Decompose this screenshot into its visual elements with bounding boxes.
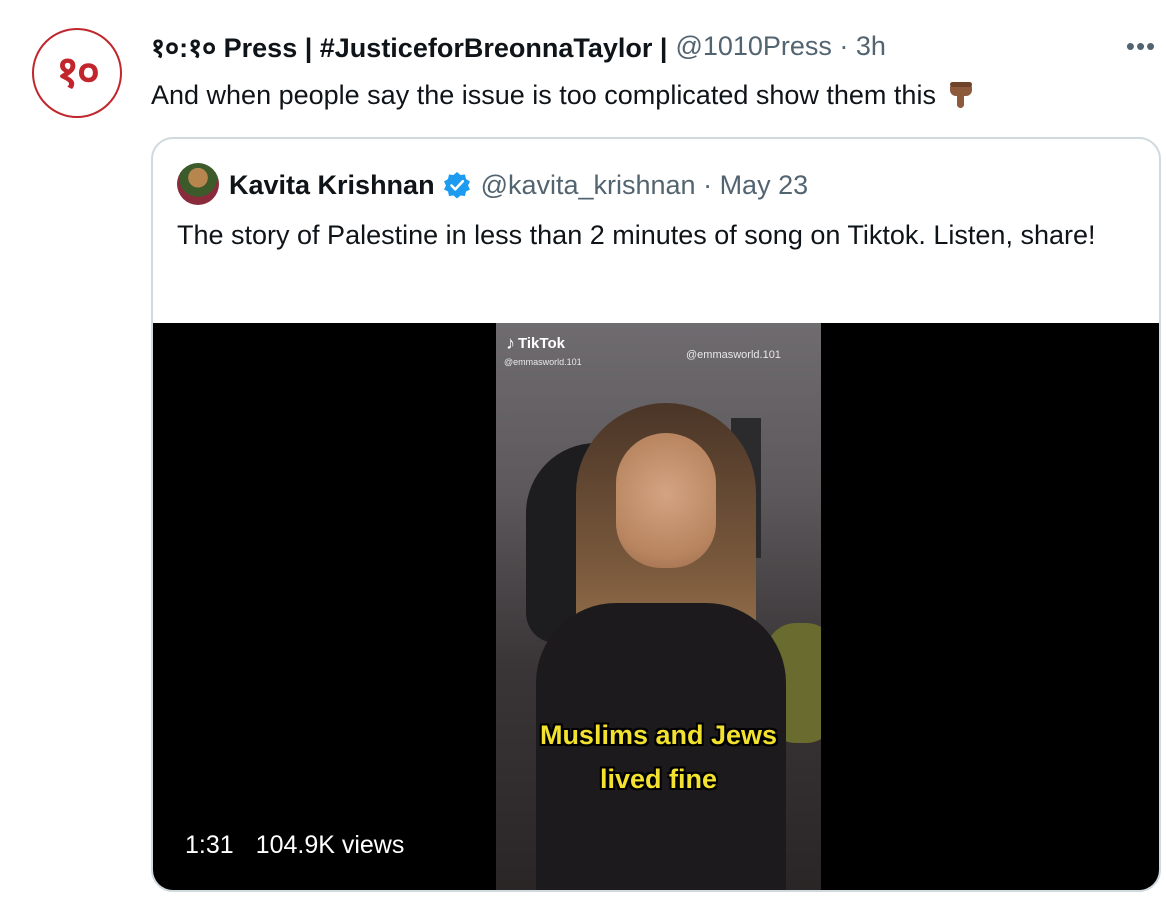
quoted-tweet-text: The story of Palestine in less than 2 mi… — [177, 220, 1096, 250]
video-player[interactable]: ♪ TikTok @emmasworld.101 @emmasworld.101… — [153, 323, 1159, 890]
video-caption-line-2: lived fine — [599, 764, 718, 794]
tiktok-brand-label: TikTok — [518, 335, 565, 352]
quoted-user-avatar[interactable] — [177, 163, 219, 205]
pointing-down-emoji-icon — [946, 80, 976, 110]
more-options-button[interactable]: ••• — [1124, 32, 1158, 60]
tiktok-handle-watermark-right: @emmasworld.101 — [686, 349, 781, 361]
profile-avatar[interactable]: १० — [32, 28, 122, 118]
tiktok-handle-watermark: @emmasworld.101 — [504, 357, 582, 367]
person-face — [616, 433, 716, 568]
tweet-text: And when people say the issue is too com… — [151, 76, 976, 114]
quoted-handle-and-timestamp[interactable]: @kavita_krishnan · May 23 — [481, 170, 809, 201]
tiktok-watermark: ♪ TikTok — [506, 333, 565, 354]
video-caption-line-1: Muslims and Jews — [539, 720, 778, 750]
handle-and-timestamp[interactable]: @1010Press · 3h — [675, 31, 886, 62]
display-name[interactable]: १०:१० Press | #JusticeforBreonnaTaylor | — [151, 28, 667, 65]
avatar-logo-text: १० — [56, 47, 100, 98]
video-thumbnail[interactable]: ♪ TikTok @emmasworld.101 @emmasworld.101… — [496, 323, 821, 890]
quoted-tweet-header: Kavita Krishnan @kavita_krishnan · May 2… — [229, 167, 808, 203]
verified-badge-icon — [443, 171, 471, 199]
quoted-display-name[interactable]: Kavita Krishnan — [229, 170, 435, 201]
video-duration: 1:31 — [185, 831, 234, 859]
video-view-count: 104.9K views — [255, 831, 405, 859]
tweet-header: १०:१० Press | #JusticeforBreonnaTaylor |… — [151, 28, 886, 64]
tiktok-logo-icon: ♪ — [506, 333, 515, 353]
video-meta: 1:31 104.9K views — [185, 831, 404, 860]
quoted-tweet-card[interactable]: Kavita Krishnan @kavita_krishnan · May 2… — [151, 137, 1161, 892]
tweet-text-body: And when people say the issue is too com… — [151, 80, 936, 110]
